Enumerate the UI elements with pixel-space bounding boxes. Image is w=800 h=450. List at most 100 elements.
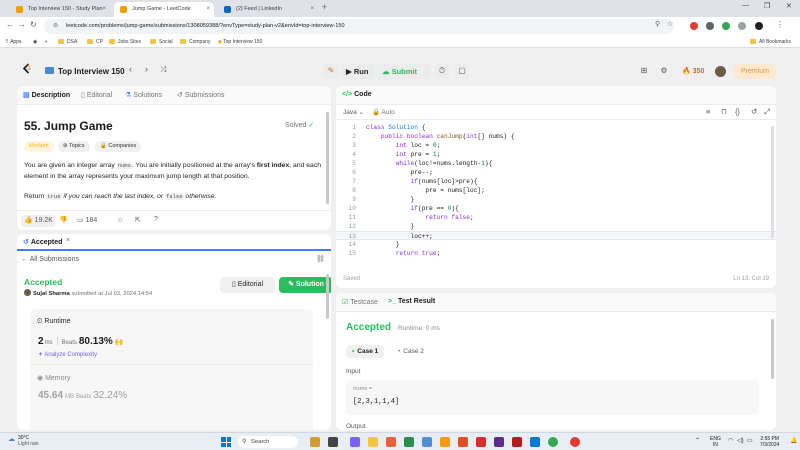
streak-counter[interactable]: 🔥 350	[682, 67, 704, 75]
windows-start-icon[interactable]	[221, 437, 231, 447]
code-line[interactable]: 14 }	[336, 240, 776, 249]
code-line[interactable]: 3 int loc = 0;	[336, 141, 776, 150]
app-icon[interactable]	[530, 437, 540, 447]
language-select[interactable]: Java ⌄	[343, 108, 364, 116]
close-tab-icon[interactable]: ×	[102, 2, 106, 17]
all-bookmarks[interactable]: All Bookmarks	[750, 36, 791, 48]
app-icon[interactable]	[422, 437, 432, 447]
close-tab-icon[interactable]: ×	[66, 237, 70, 244]
wifi-icon[interactable]: ◠	[728, 438, 733, 444]
test-scrollbar[interactable]	[771, 319, 774, 379]
tab-testcase[interactable]: ☑ Testcase	[342, 298, 378, 306]
app-icon[interactable]	[350, 437, 360, 447]
code-editor[interactable]: 1 class Solution {2 public boolean canJum…	[336, 123, 776, 263]
bookmark-jobs-sites[interactable]: Jobs Sites	[109, 36, 141, 48]
shuffle-icon[interactable]: ⤨	[160, 65, 166, 75]
help-icon[interactable]: ?	[154, 216, 158, 223]
next-problem-icon[interactable]: ›	[145, 64, 148, 74]
extension-icon[interactable]	[722, 22, 730, 30]
file-explorer-icon[interactable]	[368, 437, 378, 447]
app-icon[interactable]	[440, 437, 450, 447]
app-icon[interactable]	[512, 437, 522, 447]
code-line[interactable]: 1 class Solution {	[336, 123, 776, 132]
browser-tab-linkedin[interactable]: (2) Feed | LinkedIn ×	[218, 2, 318, 17]
clock[interactable]: 2:55 PM 7/3/2024	[760, 436, 779, 448]
brave-icon[interactable]	[458, 437, 468, 447]
new-tab-icon[interactable]: +	[322, 2, 327, 12]
settings-gear-icon[interactable]: ⚙	[657, 64, 671, 78]
app-icon[interactable]	[494, 437, 504, 447]
code-line[interactable]: 10 if(pre == 0){	[336, 204, 776, 213]
extension-icon[interactable]	[706, 22, 714, 30]
dislike-icon[interactable]: 👎	[59, 216, 68, 224]
bookmark-icon-1[interactable]: ◉	[33, 36, 37, 48]
extensions-puzzle-icon[interactable]	[738, 22, 746, 30]
notes-icon[interactable]: ▢	[455, 64, 469, 78]
code-line[interactable]: 8 pre = nums[loc];	[336, 186, 776, 195]
battery-icon[interactable]: ▭	[747, 438, 753, 444]
user-avatar[interactable]	[715, 66, 726, 77]
chevron-up-icon[interactable]: ⌃	[695, 438, 700, 444]
weather-widget[interactable]: ☁ 30°C Light rain	[8, 435, 39, 447]
difficulty-badge[interactable]: Medium	[24, 141, 54, 152]
description-scrollbar[interactable]	[326, 112, 329, 204]
bookmark-star-icon[interactable]: ☆	[667, 20, 673, 28]
chrome-icon[interactable]	[548, 437, 558, 447]
tab-description[interactable]: ▤ Description	[23, 91, 70, 99]
maximize-icon[interactable]: ❐	[764, 2, 770, 10]
minimize-icon[interactable]: —	[742, 2, 749, 9]
analyze-complexity-link[interactable]: ✦ Analyze Complexity	[38, 351, 97, 358]
tab-submissions[interactable]: ↺ Submissions	[177, 91, 225, 99]
fullscreen-icon[interactable]: ⤢	[764, 107, 770, 117]
editor-scrollbar[interactable]	[771, 126, 774, 238]
app-icon[interactable]	[570, 437, 580, 447]
taskbar-search[interactable]: ⚲ Search	[238, 436, 298, 448]
app-icon[interactable]	[310, 437, 320, 447]
bookmark-cp[interactable]: CP	[87, 36, 103, 48]
format-icon[interactable]: ≡	[706, 107, 710, 116]
code-line[interactable]: 11 return false;	[336, 213, 776, 222]
code-line[interactable]: 7 if(nums[loc]>pre){	[336, 177, 776, 186]
bookmark-icon[interactable]: ⊓	[721, 107, 727, 116]
submission-scrollbar[interactable]	[326, 274, 329, 319]
tab-solutions[interactable]: ⚗ Solutions	[125, 91, 162, 99]
case-tab-2[interactable]: • Case 2	[392, 345, 430, 358]
zoom-icon[interactable]: ⚲	[655, 20, 660, 28]
back-icon[interactable]: ←	[6, 20, 14, 29]
run-button[interactable]: ▶ Run	[342, 64, 374, 79]
reset-icon[interactable]: ↺	[751, 107, 757, 116]
bookmark-social[interactable]: Social	[150, 36, 173, 48]
code-line[interactable]: 12 }	[336, 222, 776, 231]
tab-test-result[interactable]: >_ Test Result	[388, 298, 435, 305]
code-line[interactable]: 5 while(loc!=nums.length-1){	[336, 159, 776, 168]
tab-accepted[interactable]: ↺ Accepted	[23, 238, 62, 246]
reload-icon[interactable]: ↻	[30, 20, 37, 29]
like-button[interactable]: 👍 19.2K	[24, 216, 53, 224]
tab-editorial[interactable]: ▯ Editorial	[81, 91, 112, 99]
memory-label[interactable]: ◉ Memory	[37, 374, 70, 382]
timer-icon[interactable]: ⏱	[435, 64, 449, 78]
topics-tag[interactable]: ⊛ Topics	[58, 141, 90, 152]
url-field[interactable]: ⊜ leetcode.com/problems/jump-game/submis…	[44, 19, 674, 34]
bookmark-apps[interactable]: ⠿ Apps	[5, 36, 21, 48]
app-icon[interactable]	[404, 437, 414, 447]
premium-button[interactable]: Premium	[734, 64, 776, 79]
layout-grid-icon[interactable]: ⊞	[637, 64, 651, 78]
braces-icon[interactable]: {}	[735, 107, 740, 116]
acrobat-icon[interactable]	[476, 437, 486, 447]
language-indicator[interactable]: ENG IN	[710, 436, 721, 448]
close-tab-icon[interactable]: ×	[206, 2, 210, 17]
code-line[interactable]: 2 public boolean canJump(int[] nums) {	[336, 132, 776, 141]
close-tab-icon[interactable]: ×	[310, 2, 314, 17]
auto-mode[interactable]: 🔒 Auto	[372, 108, 395, 116]
solution-button[interactable]: ✎ Solution	[279, 277, 331, 293]
tab-code[interactable]: </> Code	[342, 91, 372, 98]
favorite-star-icon[interactable]: ☆	[117, 216, 123, 224]
notification-icon[interactable]: 🔔	[790, 438, 797, 444]
browser-menu-icon[interactable]: ⋮	[776, 20, 784, 29]
site-info-icon[interactable]: ⊜	[53, 19, 58, 34]
comments-button[interactable]: ▭ 184	[77, 216, 97, 224]
all-submissions-link[interactable]: ← All Submissions	[21, 256, 79, 263]
bookmark-icon-2[interactable]: ◐	[45, 36, 48, 48]
code-line[interactable]: 4 int pre = 1;	[336, 150, 776, 159]
